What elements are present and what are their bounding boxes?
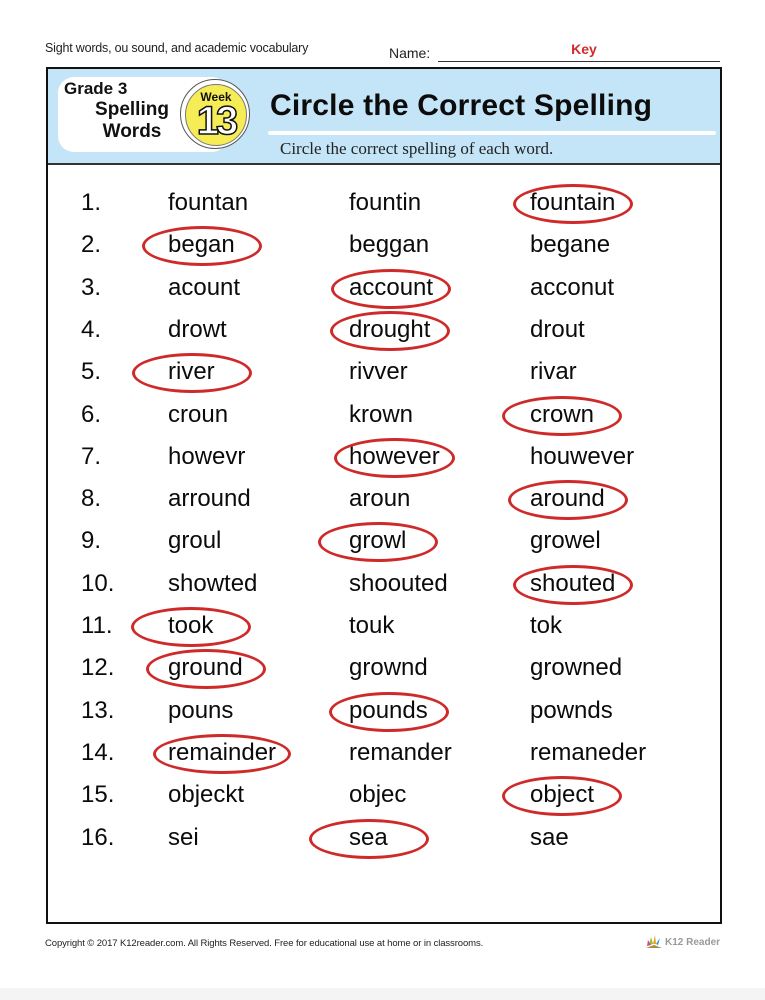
word-option-correct[interactable]: pounds: [349, 697, 428, 725]
word-option-correct[interactable]: account: [349, 274, 433, 302]
word-option-correct[interactable]: fountain: [530, 189, 615, 217]
word-option[interactable]: acconut: [530, 274, 614, 302]
word-option-correct[interactable]: growl: [349, 527, 406, 555]
word-option[interactable]: sae: [530, 824, 569, 852]
word-option[interactable]: pownds: [530, 697, 613, 725]
question-number: 12.: [81, 654, 115, 682]
word-option-correct[interactable]: object: [530, 781, 594, 809]
k12reader-logo: K12 Reader: [645, 934, 720, 950]
word-option[interactable]: drout: [530, 316, 585, 344]
word-option[interactable]: begane: [530, 231, 610, 259]
word-option[interactable]: touk: [349, 612, 394, 640]
book-leaves-icon: [646, 935, 662, 948]
word-option[interactable]: acount: [168, 274, 240, 302]
word-option[interactable]: objeckt: [168, 781, 244, 809]
word-option-correct[interactable]: shouted: [530, 570, 615, 598]
question-number: 5.: [81, 358, 102, 386]
word-option-correct[interactable]: took: [168, 612, 213, 640]
question-number: 3.: [81, 273, 102, 301]
word-option[interactable]: rivar: [530, 358, 577, 386]
word-option[interactable]: drowt: [168, 316, 227, 344]
word-option[interactable]: arround: [168, 485, 251, 513]
word-option[interactable]: fountan: [168, 189, 248, 217]
question-number: 13.: [81, 696, 115, 724]
copyright-text: Copyright © 2017 K12reader.com. All Righ…: [45, 938, 484, 949]
logo-text: K12 Reader: [665, 936, 721, 948]
word-option[interactable]: croun: [168, 401, 228, 429]
word-option-correct[interactable]: ground: [168, 654, 243, 682]
word-option[interactable]: remaneder: [530, 739, 646, 767]
question-number: 15.: [81, 781, 115, 809]
word-option[interactable]: houwever: [530, 443, 634, 471]
question-number: 6.: [81, 400, 102, 428]
word-option[interactable]: krown: [349, 401, 413, 429]
word-option[interactable]: groul: [168, 527, 221, 555]
name-label: Name:: [389, 45, 431, 61]
word-list: 1. fountan fountin fountain 2. began beggan beg…: [48, 69, 720, 922]
name-value[interactable]: Key: [438, 41, 730, 57]
question-number: 14.: [81, 738, 115, 766]
word-option[interactable]: showted: [168, 570, 257, 598]
word-option[interactable]: beggan: [349, 231, 429, 259]
word-option-correct[interactable]: remainder: [168, 739, 276, 767]
question-number: 11.: [81, 612, 113, 639]
question-number: 8.: [81, 485, 102, 513]
word-option-correct[interactable]: drought: [349, 316, 430, 344]
question-number: 7.: [81, 442, 102, 470]
question-number: 9.: [81, 527, 102, 555]
name-line: [438, 61, 720, 62]
question-number: 2.: [81, 231, 102, 259]
word-option[interactable]: howevr: [168, 443, 245, 471]
word-option-correct[interactable]: crown: [530, 401, 594, 429]
word-option-correct[interactable]: however: [349, 443, 440, 471]
question-number: 4.: [81, 315, 102, 343]
word-option[interactable]: growel: [530, 527, 601, 555]
word-option-correct[interactable]: began: [168, 231, 235, 259]
word-option[interactable]: rivver: [349, 358, 408, 386]
worksheet-subtitle: Sight words, ou sound, and academic voca…: [45, 41, 309, 55]
worksheet-frame: Grade 3 Spelling Words Week 13 Circle th…: [46, 67, 722, 924]
question-number: 16.: [81, 823, 115, 851]
word-option-correct[interactable]: around: [530, 485, 605, 513]
question-number: 1.: [81, 189, 102, 216]
word-option[interactable]: tok: [530, 612, 562, 640]
question-number: 10.: [81, 569, 115, 597]
word-option-correct[interactable]: river: [168, 358, 215, 386]
word-option[interactable]: aroun: [349, 485, 410, 513]
word-option[interactable]: growned: [530, 654, 622, 682]
word-option[interactable]: remander: [349, 739, 452, 767]
word-option[interactable]: grownd: [349, 654, 428, 682]
word-option[interactable]: fountin: [349, 189, 421, 217]
word-option[interactable]: shoouted: [349, 570, 448, 598]
word-option[interactable]: objec: [349, 781, 406, 809]
word-option[interactable]: sei: [168, 824, 199, 852]
word-option[interactable]: pouns: [168, 697, 233, 725]
bottom-band: [0, 988, 765, 1000]
word-option-correct[interactable]: sea: [349, 824, 388, 852]
